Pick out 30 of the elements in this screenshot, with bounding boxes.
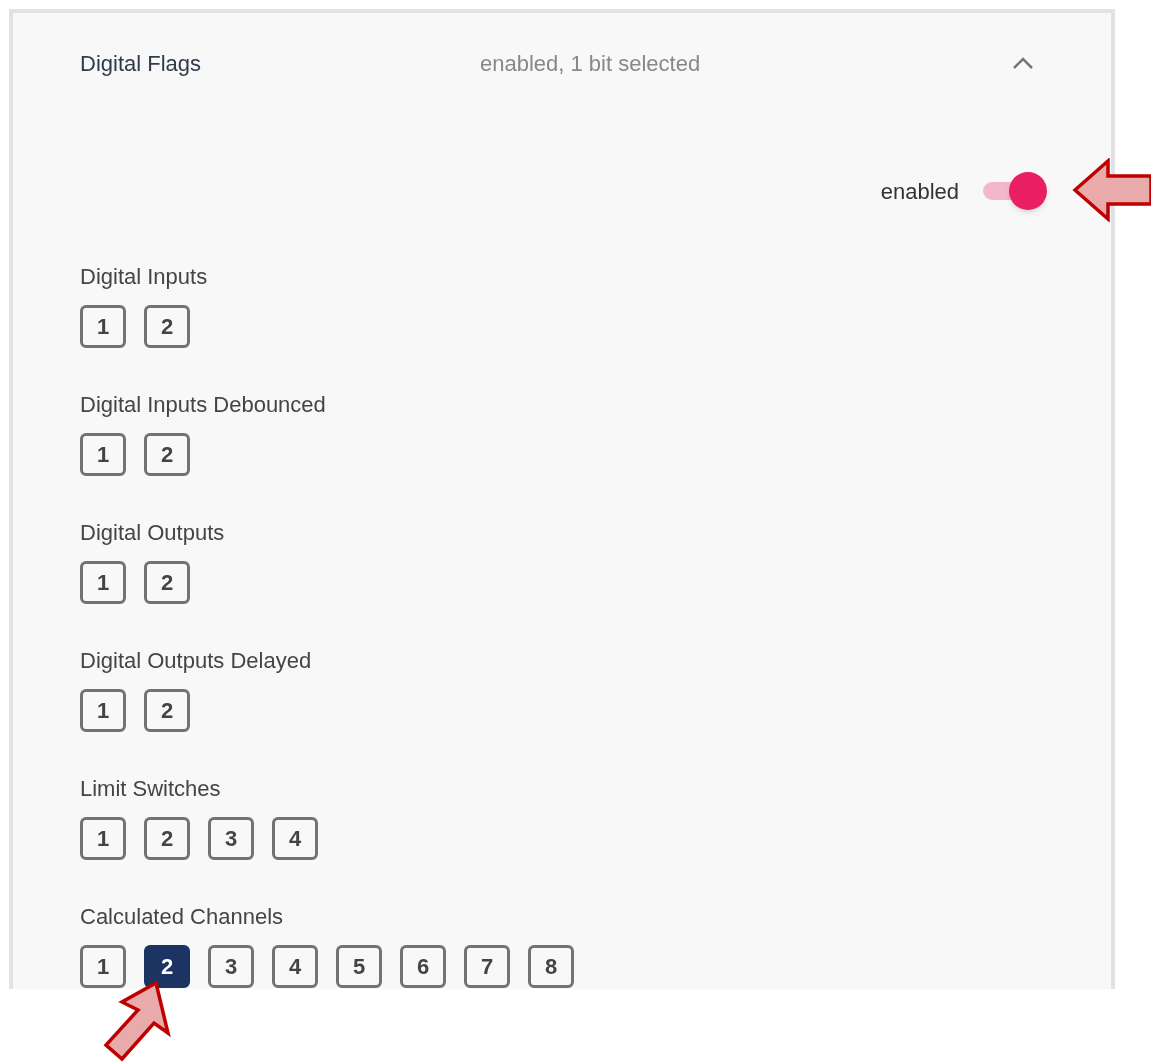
bit-button[interactable]: 4 [272, 817, 318, 860]
bit-button[interactable]: 1 [80, 945, 126, 988]
bit-button[interactable]: 2 [144, 305, 190, 348]
bit-button[interactable]: 5 [336, 945, 382, 988]
bit-button[interactable]: 1 [80, 689, 126, 732]
bit-button[interactable]: 2 [144, 817, 190, 860]
toggle-label: enabled [880, 177, 959, 206]
bit-button[interactable]: 3 [208, 945, 254, 988]
enabled-toggle[interactable] [981, 171, 1047, 211]
bit-button[interactable]: 2 [144, 689, 190, 732]
bit-button[interactable]: 1 [80, 305, 126, 348]
group-label: Digital Inputs Debounced [80, 391, 327, 419]
panel-summary: enabled, 1 bit selected [480, 49, 702, 78]
panel-title: Digital Flags [80, 49, 203, 78]
group-label: Digital Inputs [80, 263, 209, 291]
bit-button[interactable]: 6 [400, 945, 446, 988]
bit-button[interactable]: 7 [464, 945, 510, 988]
group-label: Digital Outputs [80, 519, 226, 547]
group-label: Limit Switches [80, 775, 222, 803]
group-label: Digital Outputs Delayed [80, 647, 313, 675]
bit-button[interactable]: 4 [272, 945, 318, 988]
bit-button[interactable]: 8 [528, 945, 574, 988]
bit-button[interactable]: 3 [208, 817, 254, 860]
bit-button[interactable]: 2 [144, 433, 190, 476]
bit-button[interactable]: 2 [144, 945, 190, 988]
group-label: Calculated Channels [80, 903, 285, 931]
bit-button[interactable]: 1 [80, 817, 126, 860]
bit-button[interactable]: 1 [80, 433, 126, 476]
bit-button[interactable]: 1 [80, 561, 126, 604]
bit-button[interactable]: 2 [144, 561, 190, 604]
